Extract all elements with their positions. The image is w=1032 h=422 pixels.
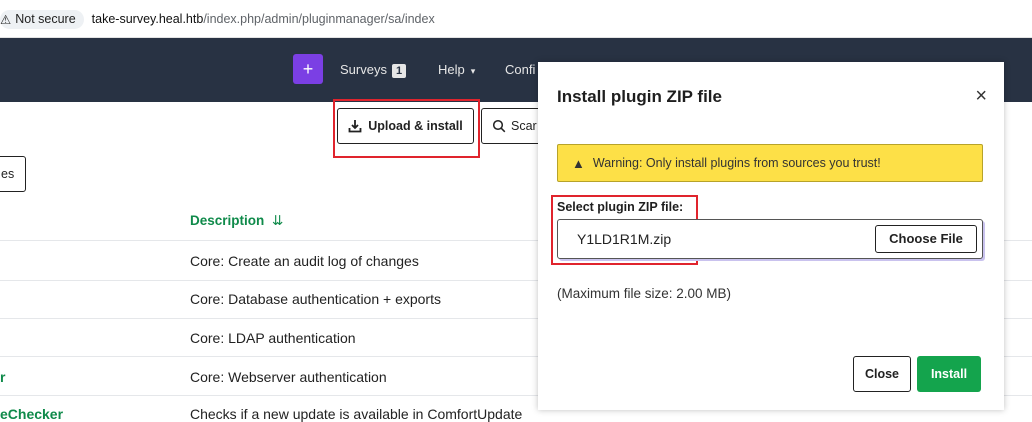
security-indicator[interactable]: ⚠ Not secure: [0, 9, 84, 29]
modal-title: Install plugin ZIP file: [557, 87, 722, 106]
warning-triangle-icon: ⚠: [0, 12, 12, 27]
nav-help-label: Help: [438, 62, 465, 77]
install-button[interactable]: Install: [917, 356, 981, 392]
table-row-description: Core: LDAP authentication: [190, 330, 356, 346]
url-path: /index.php/admin/pluginmanager/sa/index: [203, 12, 435, 26]
search-icon: [492, 119, 506, 133]
nav-configuration-label: Confi: [505, 62, 536, 77]
browser-address-bar: ⚠ Not secure take-survey.heal.htb/index.…: [0, 0, 1032, 38]
install-plugin-modal: Install plugin ZIP file × ▲ Warning: Onl…: [538, 62, 1004, 410]
url-bar[interactable]: ⚠ Not secure take-survey.heal.htb/index.…: [0, 6, 1032, 32]
warning-text: Warning: Only install plugins from sourc…: [592, 156, 881, 170]
url-host: take-survey.heal.htb: [91, 12, 204, 26]
create-plus-button[interactable]: +: [293, 54, 323, 84]
close-icon[interactable]: ×: [975, 86, 987, 106]
chevron-down-icon: ▾: [470, 66, 476, 76]
close-button[interactable]: Close: [853, 356, 911, 392]
warning-triangle-icon: ▲: [572, 155, 585, 171]
nav-help[interactable]: Help ▾: [438, 62, 475, 77]
file-field-label: Select plugin ZIP file:: [557, 200, 684, 214]
selected-file-name: Y1LD1R1M.zip: [577, 231, 672, 247]
description-column-header[interactable]: Description ⇊: [190, 213, 283, 229]
table-row-description: Core: Webserver authentication: [190, 369, 387, 385]
upload-icon: [348, 120, 362, 133]
table-row-description: Core: Database authentication + exports: [190, 291, 441, 307]
plugin-file-input[interactable]: Y1LD1R1M.zip Choose File: [557, 219, 983, 259]
surveys-count-badge: 1: [391, 64, 407, 78]
scan-files-label: Scar: [511, 119, 537, 133]
table-row-name[interactable]: r: [0, 369, 5, 385]
nav-configuration[interactable]: Confi: [505, 62, 535, 77]
max-file-size-note: (Maximum file size: 2.00 MB): [557, 286, 732, 301]
upload-install-button[interactable]: Upload & install: [337, 108, 474, 144]
upload-install-label: Upload & install: [368, 119, 463, 133]
table-row-description: Core: Create an audit log of changes: [190, 253, 419, 269]
choose-file-button[interactable]: Choose File: [875, 225, 977, 253]
security-label: Not secure: [15, 12, 76, 26]
table-row-name[interactable]: eChecker: [0, 406, 63, 422]
left-toolbar-button[interactable]: es: [0, 156, 26, 192]
sort-icon: ⇊: [272, 213, 284, 228]
table-row-description: Checks if a new update is available in C…: [190, 406, 523, 422]
description-header-label: Description: [190, 213, 265, 228]
warning-alert: ▲ Warning: Only install plugins from sou…: [557, 144, 983, 182]
nav-surveys[interactable]: Surveys 1: [340, 62, 407, 78]
nav-surveys-label: Surveys: [340, 62, 387, 77]
